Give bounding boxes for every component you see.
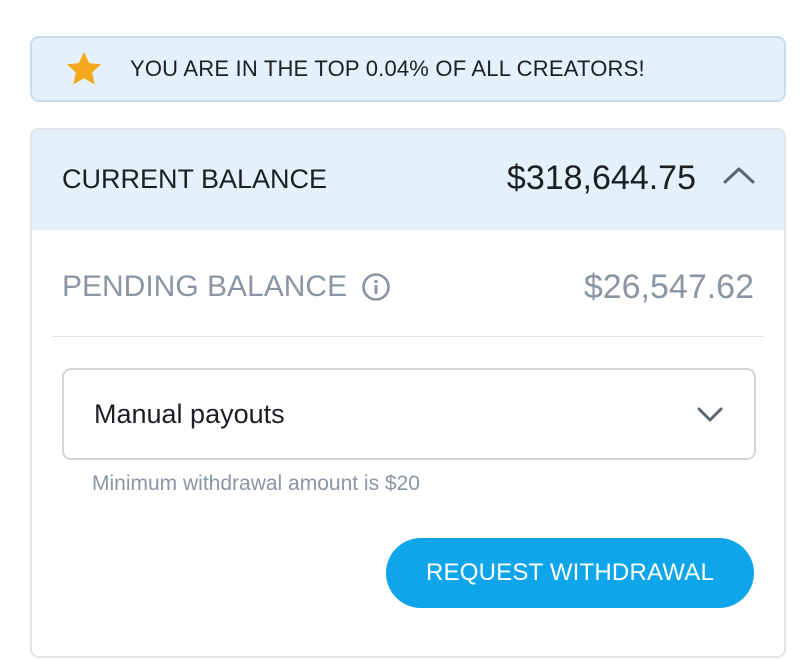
divider xyxy=(52,336,764,337)
current-balance-label: CURRENT BALANCE xyxy=(62,164,328,194)
current-balance-amount: $318,644.75 xyxy=(506,159,696,197)
balance-card: CURRENT BALANCE $318,644.75 PENDING BALA… xyxy=(30,128,786,658)
payout-method-value: Manual payouts xyxy=(94,398,285,429)
pending-balance-amount: $26,547.62 xyxy=(583,268,754,306)
request-withdrawal-button[interactable]: REQUEST WITHDRAWAL xyxy=(386,538,754,608)
current-balance-header[interactable]: CURRENT BALANCE $318,644.75 xyxy=(32,130,784,230)
info-icon[interactable] xyxy=(361,272,391,302)
pending-balance-label: PENDING BALANCE xyxy=(62,270,348,303)
pending-balance: PENDING BALANCE xyxy=(62,270,391,304)
minimum-withdrawal-hint: Minimum withdrawal amount is $20 xyxy=(92,472,420,495)
chevron-down-icon xyxy=(696,406,724,424)
banner-text: YOU ARE IN THE TOP 0.04% OF ALL CREATORS… xyxy=(130,56,645,81)
star-icon xyxy=(64,49,104,89)
chevron-up-icon[interactable] xyxy=(722,164,756,186)
payout-method-select[interactable]: Manual payouts xyxy=(62,368,756,460)
top-creator-banner: YOU ARE IN THE TOP 0.04% OF ALL CREATORS… xyxy=(30,36,786,102)
